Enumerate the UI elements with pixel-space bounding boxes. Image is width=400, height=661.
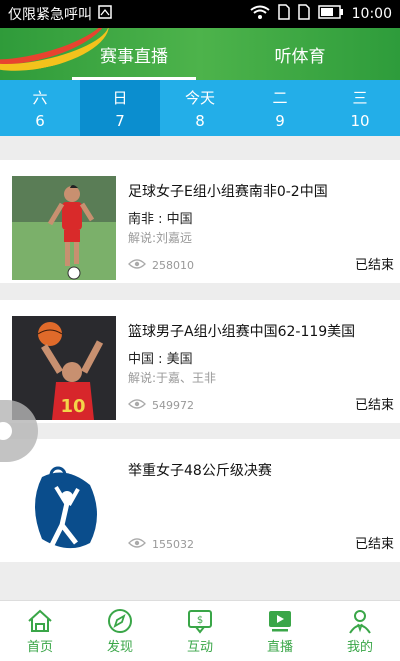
app-header: 赛事直播 听体育 [0,28,400,80]
view-count: 549972 [128,398,194,413]
bottom-nav: 首页 发现 $ 互动 直播 我的 [0,600,400,661]
nav-profile[interactable]: 我的 [320,601,400,661]
event-thumbnail [12,455,116,559]
event-status: 已结束 [354,537,394,552]
date-weekday: 三 [352,88,368,107]
nav-live[interactable]: 直播 [240,601,320,661]
eye-icon [128,258,146,273]
svg-text:$: $ [197,615,203,626]
event-commentary: 解说:于嘉、王非 [128,371,217,385]
tab-listen-sports[interactable]: 听体育 [240,28,360,80]
date-day: 7 [115,111,125,130]
event-teams: 南非 : 中国 [128,212,193,227]
date-item[interactable]: 三 10 [320,80,400,136]
date-day: 8 [195,111,205,130]
date-weekday: 今天 [184,88,215,107]
tab-live-events[interactable]: 赛事直播 [72,28,196,80]
date-day: 10 [350,111,370,130]
date-selector: 六 6 日 7 今天 8 二 9 三 10 [0,80,400,136]
nav-discover[interactable]: 发现 [80,601,160,661]
sim2-icon [297,4,310,24]
event-title: 足球女子E组小组赛南非0-2中国 [128,184,328,200]
event-thumbnail: 10 [12,316,116,420]
nav-discover-label: 发现 [106,639,133,655]
svg-text:10: 10 [60,396,85,417]
view-count-value: 549972 [152,399,194,412]
nav-interact-label: 互动 [186,639,213,655]
event-card[interactable]: 10 篮球男子A组小组赛中国62-119美国 中国 : 美国 解说:于嘉、王非 … [0,300,400,423]
date-item-selected[interactable]: 日 7 [80,80,160,136]
event-thumbnail [12,176,116,280]
play-icon [266,608,294,634]
event-card[interactable]: 足球女子E组小组赛南非0-2中国 南非 : 中国 解说:刘嘉远 258010 已… [0,160,400,283]
nav-interact[interactable]: $ 互动 [160,601,240,661]
nav-profile-label: 我的 [346,639,373,655]
event-teams: 中国 : 美国 [128,352,193,367]
event-card[interactable]: 举重女子48公斤级决赛 155032 已结束 [0,439,400,562]
home-icon [26,608,54,634]
date-item-today[interactable]: 今天 8 [160,80,240,136]
nav-home-label: 首页 [26,639,53,655]
nav-home[interactable]: 首页 [0,601,80,661]
date-day: 9 [275,111,285,130]
sim1-icon [277,4,290,24]
user-icon [346,608,374,634]
carrier-text: 仅限紧急呼叫 [8,7,92,23]
date-day: 6 [35,111,45,130]
nav-live-label: 直播 [266,639,293,655]
date-item[interactable]: 二 9 [240,80,320,136]
clock: 10:00 [351,6,392,22]
date-item[interactable]: 六 6 [0,80,80,136]
screenshot-icon [98,5,112,23]
view-count-value: 258010 [152,259,194,272]
view-count-value: 155032 [152,538,194,551]
event-commentary: 解说:刘嘉远 [128,231,193,245]
chat-icon: $ [186,608,214,634]
compass-icon [106,608,134,634]
tab-listen-sports-label: 听体育 [274,46,326,67]
wifi-icon [250,5,270,23]
view-count: 155032 [128,537,194,552]
battery-icon [317,5,344,23]
date-weekday: 六 [32,88,48,107]
event-status: 已结束 [354,258,394,273]
eye-icon [128,537,146,552]
event-status: 已结束 [354,398,394,413]
date-weekday: 二 [272,88,288,107]
view-count: 258010 [128,258,194,273]
event-title: 举重女子48公斤级决赛 [128,463,272,479]
eye-icon [128,398,146,413]
date-weekday: 日 [112,88,128,107]
tab-live-events-label: 赛事直播 [100,46,168,67]
event-title: 篮球男子A组小组赛中国62-119美国 [128,324,356,340]
status-bar: 仅限紧急呼叫 10:00 [0,0,400,28]
